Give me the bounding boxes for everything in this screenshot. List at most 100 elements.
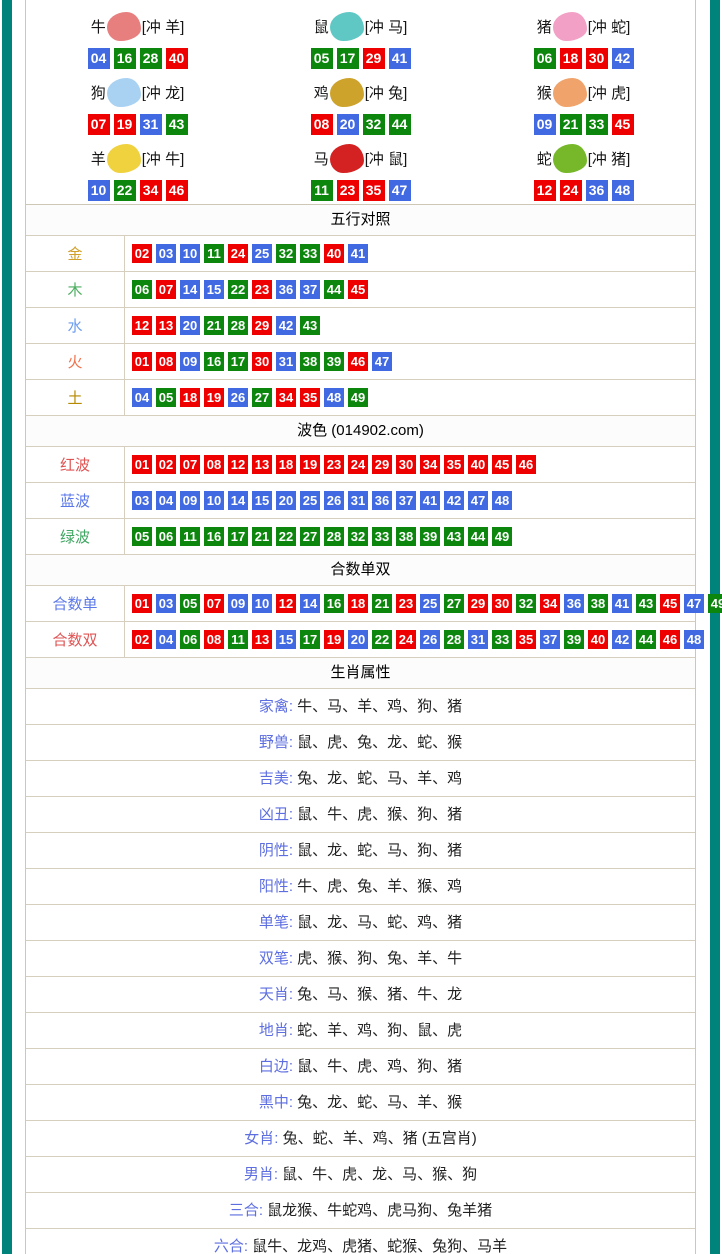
number-box: 12 <box>276 594 296 613</box>
zodiac-cell-title: 羊[冲 牛] <box>26 139 249 177</box>
attribute-content: 鼠、虎、兔、龙、蛇、猴 <box>297 734 462 751</box>
attribute-content: 兔、龙、蛇、马、羊、猴 <box>297 1094 462 1111</box>
number-box: 08 <box>204 455 224 474</box>
number-box: 18 <box>348 594 368 613</box>
element-row-numbers: 1213202128294243 <box>125 308 322 343</box>
wave-color-rows: 红波0102070812131819232429303435404546蓝波03… <box>26 447 695 555</box>
number-box: 45 <box>660 594 680 613</box>
number-box: 20 <box>276 491 296 510</box>
number-box: 35 <box>516 630 536 649</box>
number-box: 22 <box>372 630 392 649</box>
number-box: 06 <box>132 280 152 299</box>
wave-row-numbers: 0102070812131819232429303435404546 <box>125 447 538 482</box>
number-box: 18 <box>560 48 582 69</box>
sum-parity-row-label: 合数单 <box>26 586 125 621</box>
zodiac-cell-ox: 牛[冲 羊]04162840 <box>26 5 249 71</box>
number-box: 09 <box>228 594 248 613</box>
number-box: 22 <box>228 280 248 299</box>
zodiac-name: 蛇 <box>537 148 552 169</box>
sum-parity-rows: 合数单0103050709101214161821232527293032343… <box>26 586 695 658</box>
element-row: 水1213202128294243 <box>26 308 695 344</box>
zodiac-clash-label: [冲 鼠] <box>365 148 408 169</box>
monkey-icon <box>553 78 587 107</box>
attribute-row: 阴性: 鼠、龙、蛇、马、狗、猪 <box>26 833 695 869</box>
zodiac-numbers: 09213345 <box>472 114 695 135</box>
number-box: 11 <box>228 630 248 649</box>
zodiac-cell-title: 狗[冲 龙] <box>26 73 249 111</box>
number-box: 07 <box>204 594 224 613</box>
attribute-label: 吉美: <box>259 770 297 787</box>
number-box: 31 <box>276 352 296 371</box>
number-box: 34 <box>420 455 440 474</box>
section-header-sum-parity: 合数单双 <box>26 555 695 586</box>
zodiac-cell-title: 鸡[冲 兔] <box>249 73 472 111</box>
number-box: 44 <box>324 280 344 299</box>
number-box: 35 <box>300 388 320 407</box>
number-box: 46 <box>166 180 188 201</box>
rooster-icon <box>330 78 364 107</box>
number-box: 48 <box>684 630 704 649</box>
number-box: 46 <box>516 455 536 474</box>
horse-icon <box>330 144 364 173</box>
number-box: 39 <box>324 352 344 371</box>
zodiac-clash-label: [冲 蛇] <box>588 16 631 37</box>
number-box: 23 <box>324 455 344 474</box>
attribute-content: 鼠、牛、虎、龙、马、猴、狗 <box>282 1166 477 1183</box>
number-box: 43 <box>166 114 188 135</box>
number-box: 40 <box>588 630 608 649</box>
wave-row-numbers: 05061116172122272832333839434449 <box>125 519 514 554</box>
zodiac-name: 马 <box>314 148 329 169</box>
attribute-row: 凶丑: 鼠、牛、虎、猴、狗、猪 <box>26 797 695 833</box>
ox-icon <box>107 12 141 41</box>
attribute-content: 牛、马、羊、鸡、狗、猪 <box>297 698 462 715</box>
number-box: 17 <box>228 527 248 546</box>
number-box: 21 <box>204 316 224 335</box>
number-box: 02 <box>132 244 152 263</box>
zodiac-cell-title: 马 [冲 鼠] <box>249 139 472 177</box>
zodiac-numbers: 07193143 <box>26 114 249 135</box>
number-box: 39 <box>420 527 440 546</box>
attribute-row: 黑中: 兔、龙、蛇、马、羊、猴 <box>26 1085 695 1121</box>
wave-row: 红波0102070812131819232429303435404546 <box>26 447 695 483</box>
number-box: 12 <box>534 180 556 201</box>
number-box: 45 <box>492 455 512 474</box>
zodiac-clash-label: [冲 猪] <box>588 148 631 169</box>
number-box: 19 <box>324 630 344 649</box>
left-teal-border <box>2 0 12 1254</box>
number-box: 31 <box>140 114 162 135</box>
number-box: 43 <box>444 527 464 546</box>
zodiac-numbers: 11233547 <box>249 180 472 201</box>
element-row: 土04051819262734354849 <box>26 380 695 416</box>
number-box: 13 <box>252 455 272 474</box>
number-box: 28 <box>228 316 248 335</box>
element-row: 金02031011242532334041 <box>26 236 695 272</box>
sum-parity-row-numbers: 0103050709101214161821232527293032343638… <box>125 586 722 621</box>
number-box: 30 <box>586 48 608 69</box>
element-row-label: 金 <box>26 236 125 271</box>
attribute-row: 天肖: 兔、马、猴、猪、牛、龙 <box>26 977 695 1013</box>
number-box: 25 <box>252 244 272 263</box>
zodiac-numbers: 08203244 <box>249 114 472 135</box>
number-box: 49 <box>492 527 512 546</box>
zodiac-clash-label: [冲 马] <box>365 16 408 37</box>
number-box: 23 <box>252 280 272 299</box>
number-box: 47 <box>468 491 488 510</box>
element-row-numbers: 02031011242532334041 <box>125 236 370 271</box>
number-box: 49 <box>708 594 722 613</box>
number-box: 44 <box>389 114 411 135</box>
number-box: 28 <box>444 630 464 649</box>
number-box: 47 <box>389 180 411 201</box>
number-box: 07 <box>156 280 176 299</box>
zodiac-name: 狗 <box>91 82 106 103</box>
zodiac-cell-rooster: 鸡[冲 兔] 08203244 <box>249 71 472 137</box>
number-box: 07 <box>88 114 110 135</box>
zodiac-clash-label: [冲 羊] <box>142 16 185 37</box>
number-box: 35 <box>444 455 464 474</box>
attribute-row: 阳性: 牛、虎、兔、羊、猴、鸡 <box>26 869 695 905</box>
attribute-label: 凶丑: <box>259 806 297 823</box>
number-box: 30 <box>492 594 512 613</box>
number-box: 09 <box>534 114 556 135</box>
number-box: 32 <box>348 527 368 546</box>
number-box: 14 <box>300 594 320 613</box>
zodiac-name: 鼠 <box>314 16 329 37</box>
